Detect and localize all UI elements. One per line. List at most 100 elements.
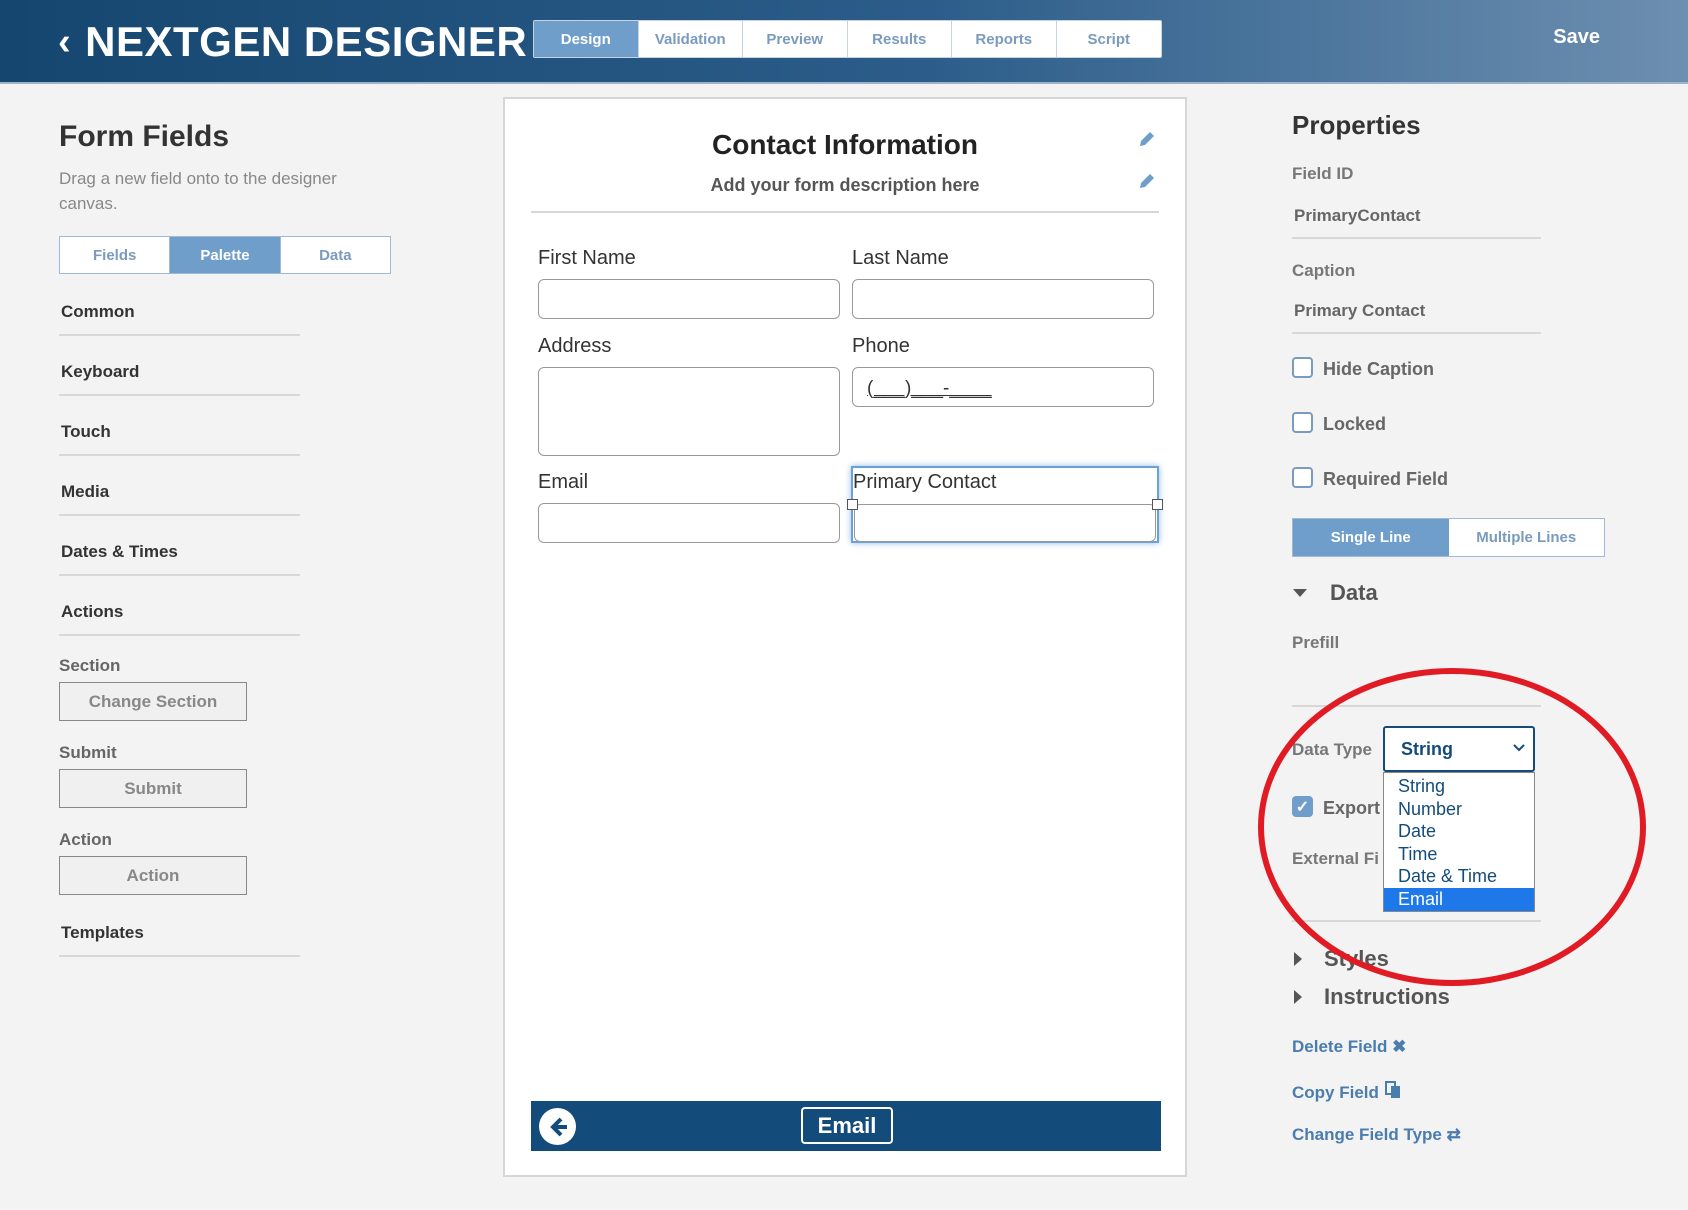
form-title[interactable]: Contact Information — [505, 129, 1185, 161]
brand-name: NEXTGEN DESIGNER — [85, 18, 528, 65]
required-field-label: Required Field — [1323, 469, 1449, 489]
caption-value[interactable]: Primary Contact — [1294, 301, 1425, 321]
phone-label: Phone — [852, 335, 910, 357]
tab-palette[interactable]: Palette — [170, 237, 281, 273]
styles-section-header[interactable]: Styles — [1324, 946, 1389, 972]
form-description[interactable]: Add your form description here — [505, 175, 1185, 196]
category-touch[interactable]: Touch — [59, 396, 300, 456]
category-dates-times[interactable]: Dates & Times — [59, 516, 300, 576]
prefill-label: Prefill — [1292, 633, 1340, 652]
phone-input[interactable]: (___)___-____ — [852, 367, 1154, 407]
address-textarea[interactable] — [538, 367, 840, 456]
copy-icon — [1384, 1081, 1401, 1104]
field-id-value[interactable]: PrimaryContact — [1294, 206, 1421, 226]
hide-caption-checkbox[interactable] — [1292, 357, 1313, 378]
field-id-label: Field ID — [1292, 164, 1354, 183]
back-chevron-icon[interactable]: ‹ — [58, 21, 71, 64]
category-common[interactable]: Common — [59, 276, 300, 336]
panel-description: Drag a new field onto to the designer ca… — [59, 169, 337, 213]
instructions-expand-triangle-icon[interactable] — [1294, 990, 1302, 1004]
copy-field-link[interactable]: Copy Field — [1292, 1081, 1401, 1104]
prefill-underline — [1292, 705, 1541, 707]
required-field-checkbox[interactable] — [1292, 467, 1313, 488]
brand-logo[interactable]: ‹ NEXTGEN DESIGNER — [58, 18, 527, 66]
hide-caption-label: Hide Caption — [1323, 359, 1434, 379]
category-list: Common Keyboard Touch Media Dates & Time… — [59, 276, 399, 636]
edit-title-pencil-icon[interactable] — [1137, 129, 1157, 149]
primary-contact-label: Primary Contact — [853, 471, 997, 493]
option-date[interactable]: Date — [1384, 820, 1534, 843]
last-name-input[interactable] — [852, 279, 1154, 319]
tab-fields[interactable]: Fields — [60, 237, 171, 273]
resize-handle-left[interactable] — [847, 499, 858, 510]
tab-validation[interactable]: Validation — [639, 21, 743, 57]
primary-contact-input[interactable] — [854, 504, 1156, 542]
email-submit-button[interactable]: Email — [801, 1107, 893, 1144]
option-date-time[interactable]: Date & Time — [1384, 865, 1534, 888]
action-label: Action — [59, 830, 112, 849]
instructions-section-header[interactable]: Instructions — [1324, 984, 1450, 1010]
caption-label: Caption — [1292, 261, 1356, 280]
change-field-type-link[interactable]: Change Field Type ⇄ — [1292, 1125, 1461, 1145]
back-arrow-icon[interactable] — [539, 1108, 576, 1145]
tab-preview[interactable]: Preview — [743, 21, 848, 57]
line-mode-toggle: Single Line Multiple Lines — [1292, 518, 1605, 557]
edit-description-pencil-icon[interactable] — [1137, 171, 1157, 191]
data-expand-triangle-icon[interactable] — [1293, 589, 1307, 597]
category-templates[interactable]: Templates — [59, 895, 300, 957]
submit-label: Submit — [59, 743, 117, 762]
tab-design[interactable]: Design — [534, 21, 639, 57]
export-label: Export — [1323, 798, 1381, 818]
caption-underline — [1292, 332, 1541, 334]
main-tabs: Design Validation Preview Results Report… — [533, 20, 1162, 58]
tab-script[interactable]: Script — [1057, 21, 1162, 57]
save-button[interactable]: Save — [1553, 26, 1600, 49]
form-footer-bar: Email — [531, 1101, 1161, 1151]
email-label: Email — [538, 471, 589, 493]
data-section-header[interactable]: Data — [1330, 580, 1378, 606]
category-actions[interactable]: Actions — [59, 576, 300, 636]
option-time[interactable]: Time — [1384, 843, 1534, 866]
section-label: Section — [59, 656, 121, 675]
category-keyboard[interactable]: Keyboard — [59, 336, 300, 396]
data-type-dropdown-list: String Number Date Time Date & Time Emai… — [1383, 772, 1535, 912]
field-source-tabs: Fields Palette Data — [59, 236, 391, 274]
designer-canvas: Contact Information Add your form descri… — [503, 97, 1187, 1177]
first-name-label: First Name — [538, 247, 636, 269]
submit-button[interactable]: Submit — [59, 769, 247, 808]
field-id-underline — [1292, 237, 1541, 239]
option-string[interactable]: String — [1384, 775, 1534, 798]
export-checkbox[interactable]: ✓ — [1292, 796, 1313, 817]
properties-title: Properties — [1292, 110, 1421, 140]
multiple-lines-button[interactable]: Multiple Lines — [1448, 519, 1604, 556]
resize-handle-right[interactable] — [1152, 499, 1163, 510]
properties-panel: Properties Field ID PrimaryContact Capti… — [1292, 110, 1672, 1144]
tab-results[interactable]: Results — [848, 21, 952, 57]
action-button[interactable]: Action — [59, 856, 247, 895]
panel-title: Form Fields — [59, 120, 230, 153]
option-number[interactable]: Number — [1384, 798, 1534, 821]
tab-data[interactable]: Data — [280, 237, 390, 273]
email-input[interactable] — [538, 503, 840, 543]
copy-field-label: Copy Field — [1292, 1082, 1379, 1102]
single-line-button[interactable]: Single Line — [1293, 519, 1449, 556]
external-field-label: External Fi — [1292, 849, 1379, 868]
styles-expand-triangle-icon[interactable] — [1294, 952, 1302, 966]
option-email[interactable]: Email — [1384, 887, 1534, 911]
primary-contact-field-selected[interactable]: Primary Contact — [847, 466, 1163, 543]
delete-field-link[interactable]: Delete Field ✖ — [1292, 1037, 1406, 1057]
address-label: Address — [538, 335, 612, 357]
category-media[interactable]: Media — [59, 456, 300, 516]
top-header: ‹ NEXTGEN DESIGNER Design Validation Pre… — [0, 0, 1688, 84]
data-type-label: Data Type — [1292, 740, 1372, 759]
locked-checkbox[interactable] — [1292, 412, 1313, 433]
chevron-down-icon — [1513, 740, 1525, 756]
tab-reports[interactable]: Reports — [952, 21, 1057, 57]
data-type-select[interactable]: String — [1383, 726, 1535, 772]
change-section-button[interactable]: Change Section — [59, 682, 247, 721]
phone-mask: (___)___-____ — [867, 378, 992, 399]
locked-label: Locked — [1323, 414, 1387, 434]
first-name-input[interactable] — [538, 279, 840, 319]
header-divider — [531, 211, 1159, 213]
last-name-label: Last Name — [852, 247, 949, 269]
